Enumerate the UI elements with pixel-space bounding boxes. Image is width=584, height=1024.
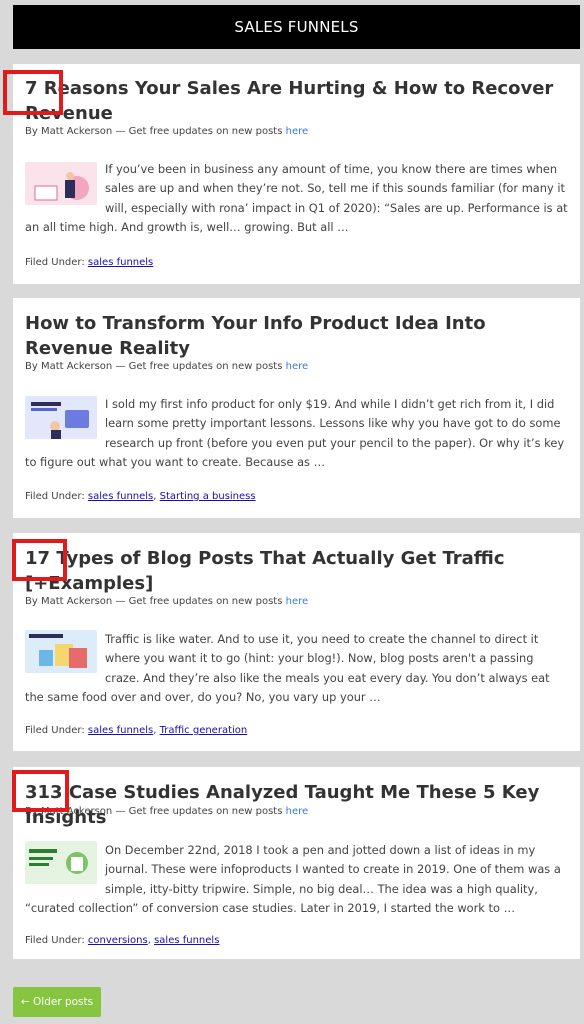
- post-categories: Filed Under: sales funnels, Starting a b…: [25, 491, 256, 502]
- category-link[interactable]: conversions: [88, 935, 148, 946]
- post-excerpt: If you’ve been in business any amount of…: [25, 162, 568, 235]
- post-card: 7 Reasons Your Sales Are Hurting & How t…: [13, 64, 580, 284]
- post-title-link[interactable]: 313 Case Studies Analyzed Taught Me Thes…: [25, 780, 572, 830]
- post-byline: By Matt Ackerson — Get free updates on n…: [25, 596, 309, 607]
- post-title-link[interactable]: 17 Types of Blog Posts That Actually Get…: [25, 546, 572, 596]
- post-categories: Filed Under: sales funnels: [25, 257, 154, 268]
- subscribe-link[interactable]: here: [286, 361, 309, 372]
- post-title-link[interactable]: 7 Reasons Your Sales Are Hurting & How t…: [25, 76, 572, 126]
- category-header: SALES FUNNELS: [13, 5, 580, 49]
- post-card: 313 Case Studies Analyzed Taught Me Thes…: [13, 767, 580, 959]
- post-byline: By Matt Ackerson — Get free updates on n…: [25, 361, 309, 372]
- older-posts-button[interactable]: ← Older posts: [13, 987, 101, 1017]
- category-link[interactable]: sales funnels: [88, 491, 153, 502]
- post-categories: Filed Under: conversions, sales funnels: [25, 935, 220, 946]
- category-link[interactable]: sales funnels: [88, 725, 153, 736]
- category-link[interactable]: Starting a business: [160, 491, 256, 502]
- post-byline: By Matt Ackerson — Get free updates on n…: [25, 126, 309, 137]
- post-card: How to Transform Your Info Product Idea …: [13, 298, 580, 518]
- post-excerpt: Traffic is like water. And to use it, yo…: [25, 632, 550, 705]
- subscribe-link[interactable]: here: [286, 126, 309, 137]
- category-link[interactable]: Traffic generation: [160, 725, 248, 736]
- post-title-link[interactable]: How to Transform Your Info Product Idea …: [25, 311, 572, 361]
- subscribe-link[interactable]: here: [286, 806, 309, 817]
- post-byline: By Matt Ackerson — Get free updates on n…: [25, 806, 309, 817]
- post-excerpt: On December 22nd, 2018 I took a pen and …: [25, 843, 561, 916]
- category-link[interactable]: sales funnels: [88, 257, 153, 268]
- category-title: SALES FUNNELS: [234, 18, 359, 36]
- category-link[interactable]: sales funnels: [154, 935, 219, 946]
- post-card: 17 Types of Blog Posts That Actually Get…: [13, 533, 580, 751]
- post-excerpt: I sold my first info product for only $1…: [25, 397, 565, 470]
- post-categories: Filed Under: sales funnels, Traffic gene…: [25, 725, 248, 736]
- subscribe-link[interactable]: here: [286, 596, 309, 607]
